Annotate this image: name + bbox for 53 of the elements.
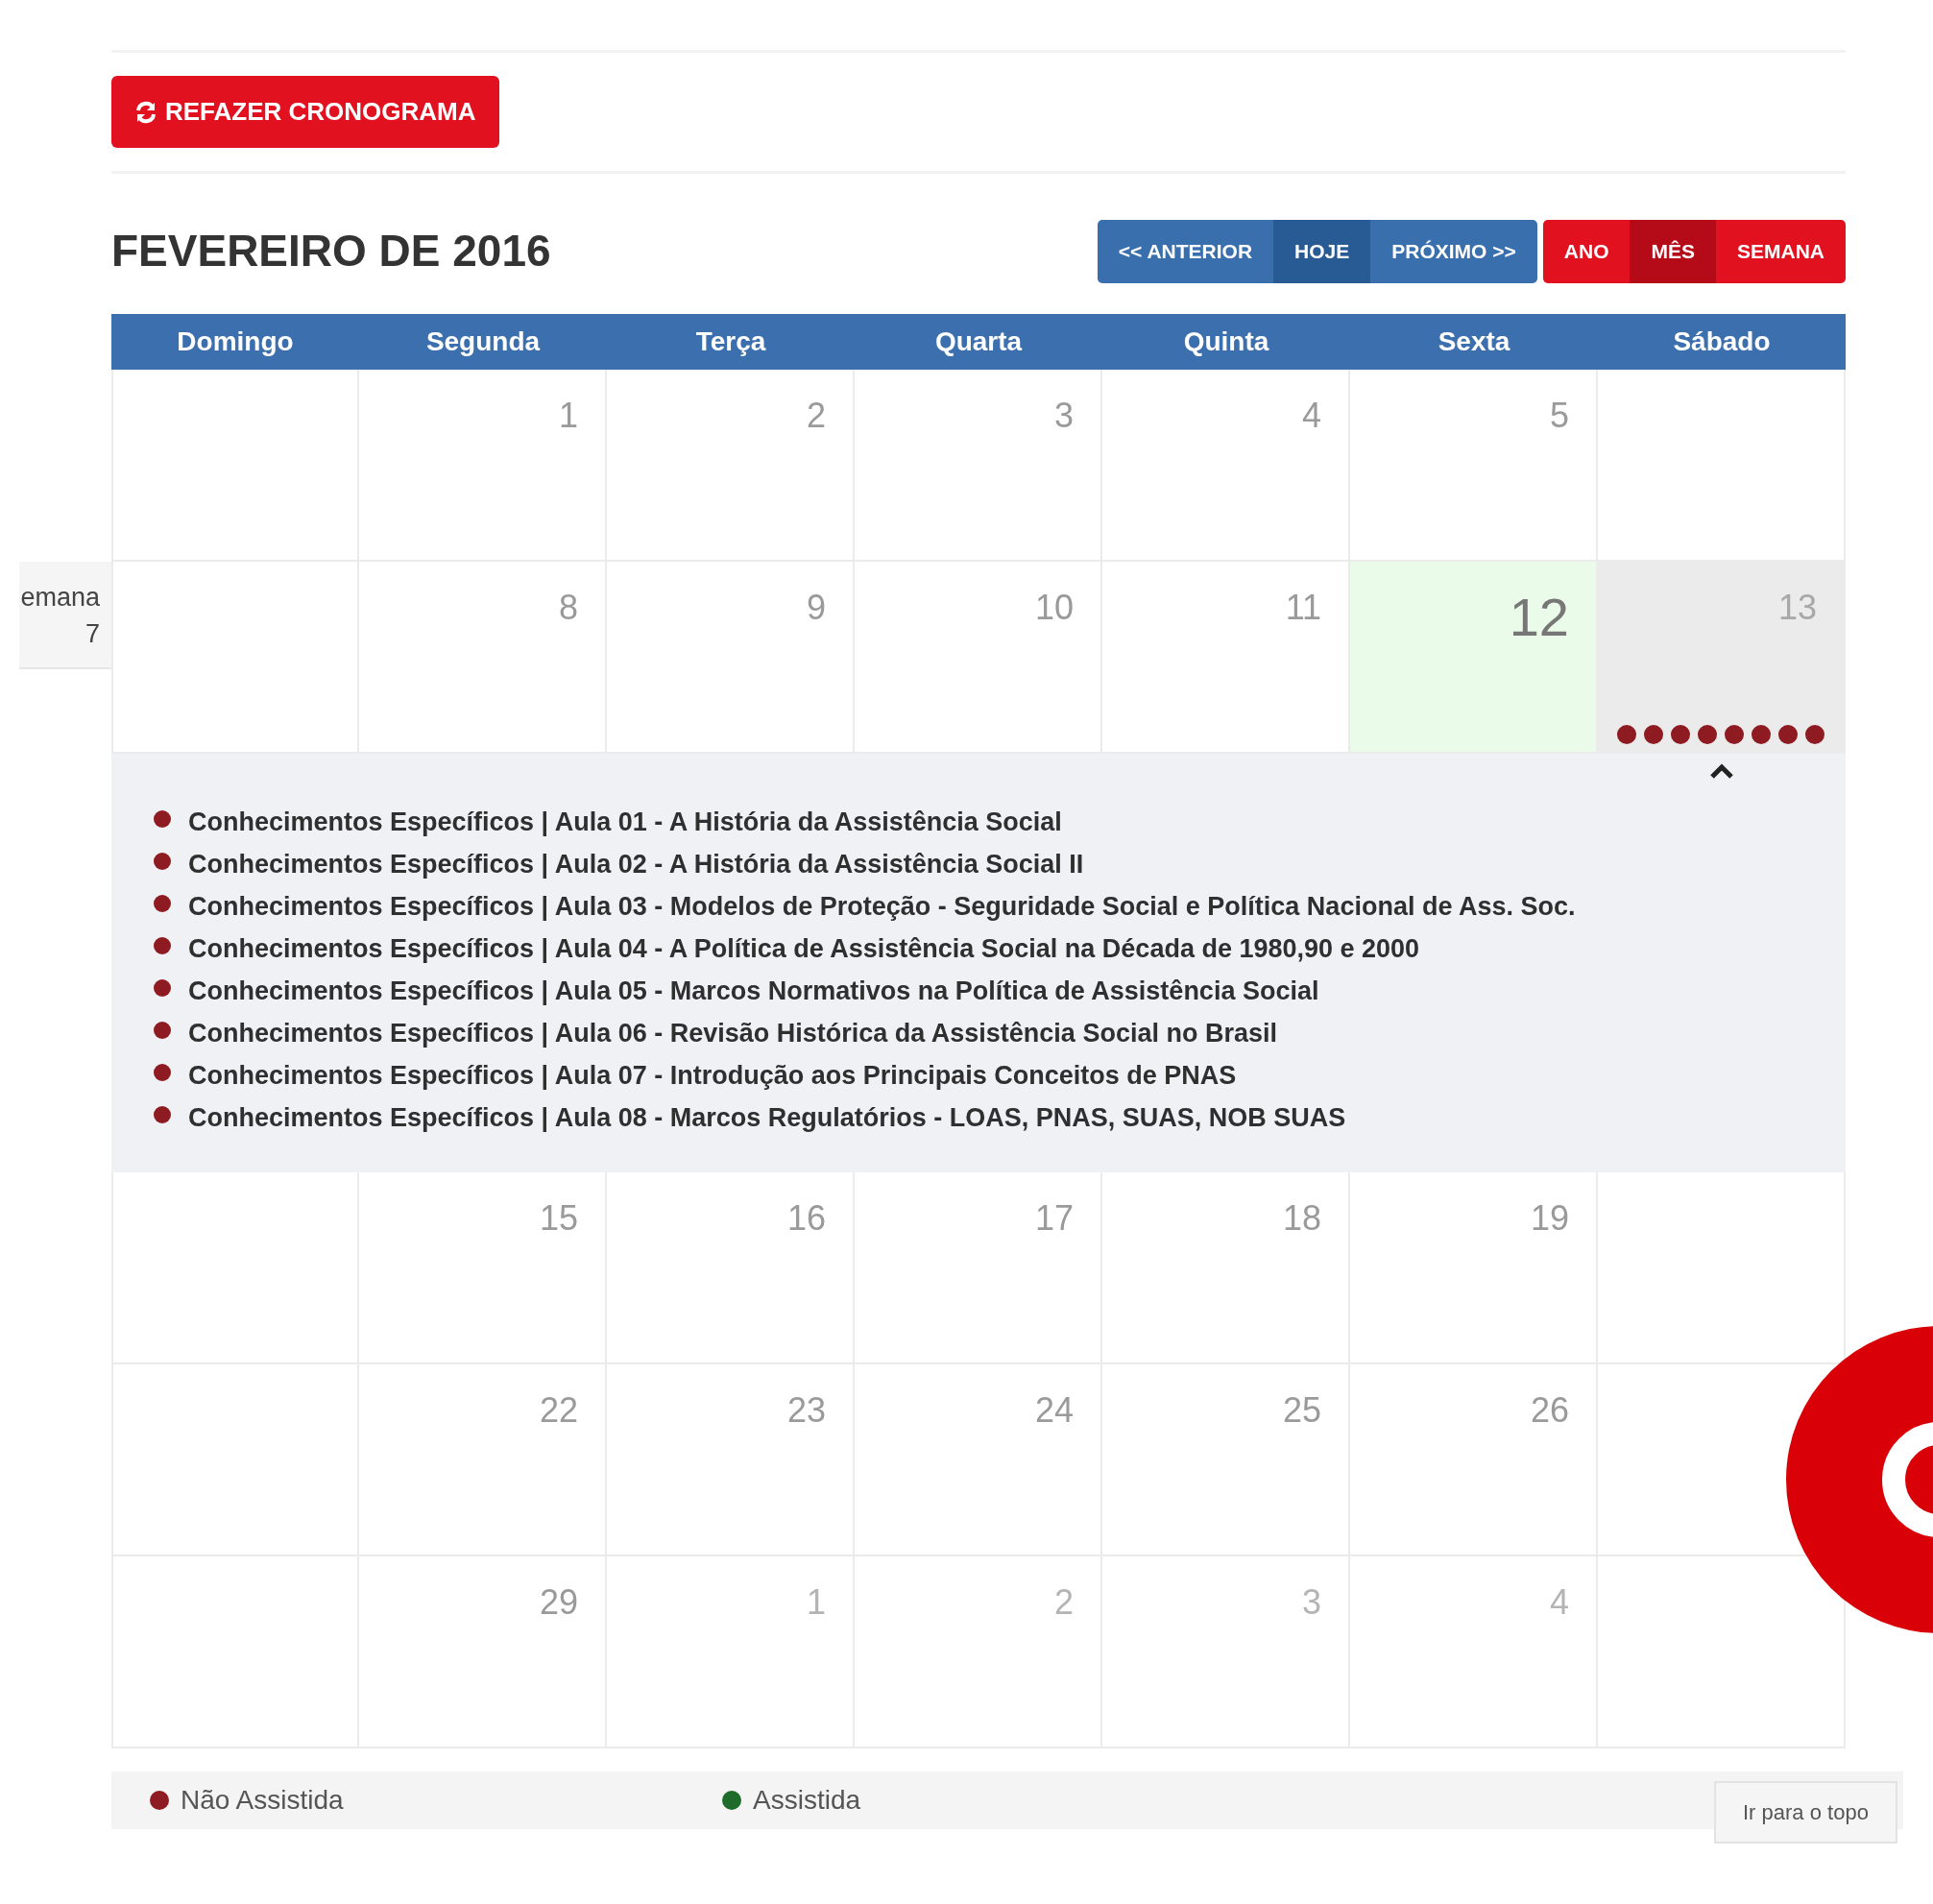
day-cell[interactable]: 29 [359, 1555, 607, 1748]
back-to-top-button[interactable]: Ir para o topo [1714, 1781, 1897, 1844]
day-cell[interactable]: 19 [1350, 1171, 1598, 1364]
event-title[interactable]: Conhecimentos Específicos | Aula 03 - Modelos de Proteção - Seguridade Social e Política Nacional de Ass. Soc. [188, 887, 1576, 927]
event-status-dot [154, 1063, 171, 1081]
calendar-nav-button[interactable]: << ANTERIOR [1097, 220, 1274, 283]
day-cell[interactable]: 2 [855, 1555, 1102, 1748]
day-cell[interactable]: 12 [1350, 561, 1598, 754]
refresh-icon [134, 100, 157, 124]
day-cell[interactable]: 22 [359, 1363, 607, 1556]
view-mode-tab[interactable]: ANO [1542, 220, 1631, 283]
event-status-dot [154, 978, 171, 997]
event-status-dot [154, 852, 171, 870]
legend-label: Assistida [753, 1783, 861, 1817]
day-cell[interactable]: 18 [1102, 1171, 1350, 1364]
day-cell[interactable]: 25 [1102, 1363, 1350, 1556]
event-title[interactable]: Conhecimentos Específicos | Aula 01 - A História da Assistência Social [188, 803, 1062, 842]
day-cell[interactable]: 24 [855, 1363, 1102, 1556]
day-cell[interactable]: 26 [1350, 1363, 1598, 1556]
calendar-nav-button[interactable]: PRÓXIMO >> [1370, 220, 1537, 283]
day-cell[interactable]: 13 [1598, 561, 1846, 754]
refazer-cronograma-button[interactable]: REFAZER CRONOGRAMA [111, 76, 499, 148]
event-title[interactable]: Conhecimentos Específicos | Aula 06 - Revisão Histórica da Assistência Social no Brasil [188, 1014, 1277, 1053]
view-mode-tab[interactable]: MÊS [1630, 220, 1716, 283]
event-title[interactable]: Conhecimentos Específicos | Aula 04 - A Política de Assistência Social na Década de 1980,90 e 2000 [188, 929, 1420, 969]
event-status-dot [154, 1021, 171, 1039]
weekday-header-bar: Domingo Segunda Terça Quarta Quinta Sexta Sábado [111, 313, 1846, 370]
event-title[interactable]: Conhecimentos Específicos | Aula 05 - Marcos Normativos na Política de Assistência Social [188, 972, 1319, 1011]
day-cell[interactable]: 23 [607, 1363, 855, 1556]
day-cell[interactable]: 15 [359, 1171, 607, 1364]
day-cell[interactable]: 2 [607, 369, 855, 562]
day-cell[interactable]: 16 [607, 1171, 855, 1364]
week-number-label: emana 7 [19, 561, 111, 669]
event-title[interactable]: Conhecimentos Específicos | Aula 02 - A História da Assistência Social II [188, 845, 1084, 884]
day-cell[interactable]: 1 [607, 1555, 855, 1748]
day-cell[interactable]: 17 [855, 1171, 1102, 1364]
day-cell[interactable]: 1 [359, 369, 607, 562]
event-status-dot [154, 809, 171, 828]
event-status-dot [154, 936, 171, 954]
day-cell[interactable]: 4 [1350, 1555, 1598, 1748]
event-title[interactable]: Conhecimentos Específicos | Aula 07 - Introdução aos Principais Conceitos de PNAS [188, 1056, 1237, 1096]
day-cell[interactable]: 4 [1102, 369, 1350, 562]
calendar-title: FEVEREIRO DE 2016 [111, 225, 551, 278]
legend-label: Não Assistida [181, 1783, 344, 1817]
day-cell[interactable]: 3 [855, 369, 1102, 562]
floating-button[interactable] [1786, 1326, 1933, 1633]
event-title[interactable]: Conhecimentos Específicos | Aula 08 - Marcos Regulatórios - LOAS, PNAS, SUAS, NOB SUAS [188, 1098, 1346, 1138]
day-cell[interactable]: 3 [1102, 1555, 1350, 1748]
view-mode-tab[interactable]: SEMANA [1716, 220, 1846, 283]
calendar-nav-button[interactable]: HOJE [1273, 220, 1371, 283]
event-status-dot [154, 894, 171, 912]
event-status-dot [154, 1105, 171, 1123]
collapse-caret-icon[interactable] [1709, 762, 1734, 779]
